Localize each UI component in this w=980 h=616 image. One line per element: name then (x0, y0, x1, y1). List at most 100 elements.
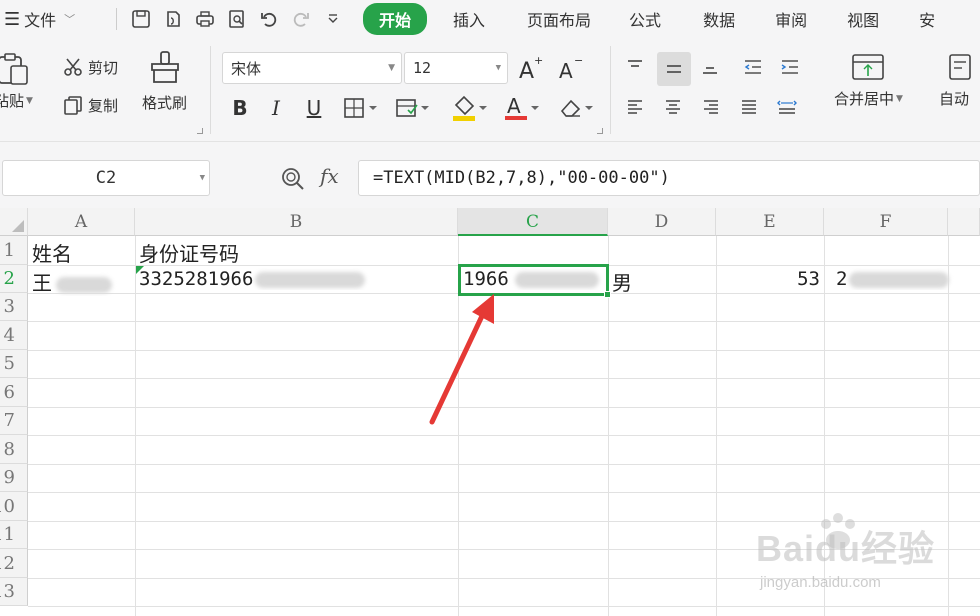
clipboard-dialog-launcher[interactable] (197, 128, 203, 134)
wrap-text-button[interactable]: 自动 (936, 52, 972, 109)
format-painter-label: 格式刷 (142, 94, 188, 112)
quick-access-toolbar (112, 7, 345, 31)
row-header-12[interactable]: 12 (0, 549, 28, 578)
tab-review[interactable]: 审阅 (775, 7, 807, 31)
align-bottom-icon[interactable] (695, 52, 725, 82)
column-header-f[interactable]: F (824, 208, 948, 236)
print-icon[interactable] (193, 7, 217, 31)
cut-button[interactable]: 剪切 (62, 56, 118, 78)
cell-d2[interactable]: 男 (612, 267, 632, 296)
row-header-3[interactable]: 3 (0, 293, 28, 321)
save-icon[interactable] (129, 7, 153, 31)
align-top-icon[interactable] (620, 52, 650, 82)
chevron-down-icon: ▼ (896, 93, 903, 104)
customize-toolbar-icon[interactable] (321, 7, 345, 31)
copy-button[interactable]: 复制 (62, 94, 118, 116)
file-menu[interactable]: ☰ 文件 ﹀ (0, 7, 100, 31)
chevron-down-icon: ▼ (388, 63, 395, 73)
tab-data[interactable]: 数据 (703, 7, 735, 31)
font-size-select[interactable]: 12 ▼ (404, 52, 508, 84)
tab-security[interactable]: 安 (919, 7, 935, 31)
underline-icon[interactable]: U (302, 94, 326, 122)
svg-text:A: A (559, 59, 573, 82)
italic-icon[interactable]: I (264, 94, 288, 122)
name-box[interactable]: C2 ▼ (2, 160, 210, 196)
chevron-down-icon: ▼ (495, 63, 501, 73)
increase-font-icon[interactable]: A + (516, 52, 546, 84)
merge-center-button[interactable]: 合并居中 ▼ (834, 52, 903, 109)
menu-bar: ☰ 文件 ﹀ 开始 插入 页面布局 公式 数据 审阅 视图 安 (0, 0, 980, 38)
undo-icon[interactable] (257, 7, 281, 31)
cell-e2[interactable]: 53 (716, 268, 820, 290)
row-header-1[interactable]: 1 (0, 236, 28, 265)
wrap-text-label: 自动 (938, 90, 969, 108)
row-header-11[interactable]: 11 (0, 521, 28, 549)
name-box-value: C2 (95, 168, 117, 188)
font-dialog-launcher[interactable] (597, 128, 603, 134)
distributed-align-icon[interactable] (772, 92, 802, 122)
export-pdf-icon[interactable] (161, 7, 185, 31)
paste-button[interactable]: 粘贴 ▼ (0, 52, 33, 111)
column-header-b[interactable]: B (135, 208, 458, 236)
increase-indent-icon[interactable] (775, 52, 805, 82)
column-header-d[interactable]: D (608, 208, 716, 236)
svg-text:A: A (519, 59, 534, 82)
cut-label: 剪切 (88, 58, 119, 77)
row-header-4[interactable]: 4 (0, 321, 28, 350)
fill-color-icon[interactable] (448, 92, 492, 124)
bold-icon[interactable]: B (228, 94, 252, 122)
cell-b1[interactable]: 身份证号码 (139, 238, 239, 267)
print-preview-icon[interactable] (225, 7, 249, 31)
cell-b2[interactable]: 3325281966 (139, 268, 457, 290)
ribbon-tabs: 开始 插入 页面布局 公式 数据 审阅 视图 安 (363, 3, 935, 35)
insert-function-icon[interactable]: fx (320, 164, 339, 188)
file-menu-label: 文件 (24, 11, 57, 30)
row-header-10[interactable]: 10 (0, 492, 28, 521)
ribbon-home: 粘贴 ▼ 剪切 复制 格式刷 宋体 ▼ 12 ▼ A + A − B I U A… (0, 38, 980, 142)
align-left-icon[interactable] (620, 92, 650, 122)
align-middle-icon[interactable] (657, 52, 691, 86)
row-header-8[interactable]: 8 (0, 435, 28, 464)
tab-formulas[interactable]: 公式 (629, 7, 661, 31)
cell-a2[interactable]: 王 (32, 267, 132, 296)
column-header-e[interactable]: E (716, 208, 824, 236)
borders-icon[interactable] (340, 94, 384, 122)
select-all-corner[interactable] (0, 208, 28, 236)
cell-style-icon[interactable] (392, 94, 436, 122)
align-right-icon[interactable] (696, 92, 726, 122)
font-color-icon[interactable]: A (500, 92, 544, 124)
decrease-font-icon[interactable]: A − (556, 52, 586, 84)
column-header-a[interactable]: A (28, 208, 135, 236)
formula-input[interactable]: =TEXT(MID(B2,7,8),"00-00-00") (358, 160, 980, 196)
cell-f2[interactable]: 2 (836, 268, 976, 290)
hamburger-icon: ☰ (4, 8, 21, 30)
align-center-icon[interactable] (658, 92, 688, 122)
format-painter-button[interactable]: 格式刷 (142, 50, 187, 113)
eraser-icon[interactable] (554, 92, 598, 124)
row-header-6[interactable]: 6 (0, 378, 28, 407)
row-header-9[interactable]: 9 (0, 464, 28, 492)
row-header-2[interactable]: 2 (0, 265, 28, 293)
redo-icon[interactable] (289, 7, 313, 31)
font-name-select[interactable]: 宋体 ▼ (222, 52, 402, 84)
tab-view[interactable]: 视图 (847, 7, 879, 31)
chevron-down-icon: ▼ (199, 173, 205, 183)
fill-handle[interactable] (604, 291, 611, 298)
zoom-icon[interactable] (280, 166, 306, 196)
column-header-g[interactable] (948, 208, 980, 236)
decrease-indent-icon[interactable] (738, 52, 768, 82)
row-header-5[interactable]: 5 (0, 350, 28, 378)
tab-insert[interactable]: 插入 (453, 7, 485, 31)
tab-home[interactable]: 开始 (363, 3, 428, 35)
justify-icon[interactable] (734, 92, 764, 122)
formula-bar: C2 ▼ fx =TEXT(MID(B2,7,8),"00-00-00") (0, 142, 980, 208)
column-header-c[interactable]: C (458, 208, 608, 236)
copy-icon (64, 96, 82, 115)
cell-a1[interactable]: 姓名 (32, 238, 72, 267)
cell-b2-text: 3325281966 (139, 268, 254, 290)
format-painter-icon (150, 51, 179, 83)
row-header-13[interactable]: 13 (0, 578, 28, 606)
row-header-7[interactable]: 7 (0, 407, 28, 435)
tab-page-layout[interactable]: 页面布局 (527, 7, 591, 31)
font-name-value: 宋体 (231, 59, 262, 78)
